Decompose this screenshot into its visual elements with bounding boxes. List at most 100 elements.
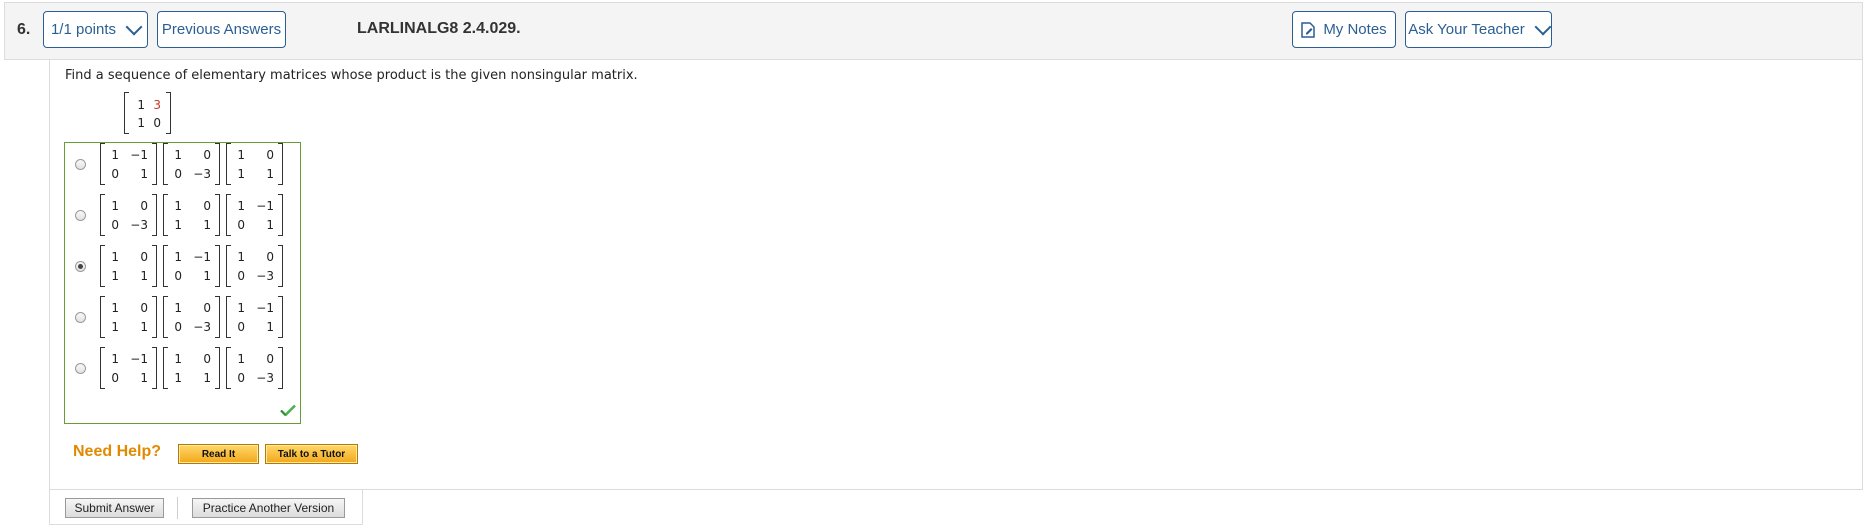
choice-1-matrix-1: 1 −1 0 1	[100, 143, 157, 185]
question-id: LARLINALG8 2.4.029.	[357, 20, 521, 37]
right-bracket	[278, 143, 283, 185]
given-cell-1-2: 3	[153, 98, 161, 112]
matrix-cell: 1	[111, 320, 119, 334]
matrix-cell: 1	[174, 371, 182, 385]
practice-another-version-button[interactable]: Practice Another Version	[192, 498, 345, 518]
matrix-cell: 1	[203, 371, 211, 385]
right-bracket	[215, 296, 220, 338]
matrix-cell: −1	[193, 250, 211, 264]
choice-2-matrix-1: 1 0 0 −3	[100, 194, 157, 236]
right-bracket	[215, 143, 220, 185]
matrix-cell: 0	[111, 218, 119, 232]
points-label: 1/1 points	[50, 21, 117, 38]
matrix-cell: 0	[203, 148, 211, 162]
choice-4-matrix-3: 1 −1 0 1	[226, 296, 283, 338]
submit-answer-button[interactable]: Submit Answer	[65, 498, 164, 518]
choice-1-matrix-2: 1 0 0 −3	[163, 143, 220, 185]
right-bracket	[215, 194, 220, 236]
matrix-cell: 0	[203, 301, 211, 315]
matrix-cell: 1	[174, 352, 182, 366]
right-bracket	[166, 92, 171, 134]
note-icon	[1301, 21, 1316, 38]
right-bracket	[152, 296, 157, 338]
choice-3-matrix-3: 1 0 0 −3	[226, 245, 283, 287]
given-cell-1-1: 1	[137, 98, 145, 112]
matrix-cell: 0	[266, 148, 274, 162]
choice-1-matrix-3: 1 0 1 1	[226, 143, 283, 185]
matrix-cell: 0	[140, 250, 148, 264]
left-bracket	[226, 347, 231, 389]
left-bracket	[163, 194, 168, 236]
choice-radio-2[interactable]	[75, 210, 86, 221]
question-number: 6.	[17, 21, 31, 38]
matrix-cell: 1	[266, 167, 274, 181]
matrix-cell: 1	[237, 352, 245, 366]
choice-radio-1[interactable]	[75, 159, 86, 170]
points-dropdown[interactable]: 1/1 points	[43, 11, 148, 48]
checkmark-icon	[280, 404, 296, 416]
matrix-cell: 1	[237, 199, 245, 213]
matrix-cell: 0	[237, 269, 245, 283]
right-bracket	[152, 143, 157, 185]
ask-teacher-dropdown[interactable]: Ask Your Teacher	[1405, 11, 1552, 48]
matrix-cell: 0	[266, 250, 274, 264]
left-bracket	[226, 296, 231, 338]
question-prompt: Find a sequence of elementary matrices w…	[65, 68, 638, 83]
matrix-cell: 1	[111, 301, 119, 315]
choice-5-matrix-1: 1 −1 0 1	[100, 347, 157, 389]
matrix-cell: 0	[140, 199, 148, 213]
left-bracket	[100, 347, 105, 389]
matrix-cell: 1	[174, 199, 182, 213]
my-notes-button[interactable]: My Notes	[1292, 11, 1396, 48]
right-bracket	[278, 194, 283, 236]
choice-4-matrix-2: 1 0 0 −3	[163, 296, 220, 338]
talk-to-tutor-button[interactable]: Talk to a Tutor	[265, 444, 358, 464]
left-bracket	[163, 347, 168, 389]
previous-answers-label: Previous Answers	[161, 21, 282, 38]
right-bracket	[152, 245, 157, 287]
matrix-cell: 1	[111, 199, 119, 213]
matrix-cell: 1	[203, 269, 211, 283]
choice-5-matrix-2: 1 0 1 1	[163, 347, 220, 389]
matrix-cell: 0	[111, 167, 119, 181]
matrix-cell: 1	[266, 218, 274, 232]
matrix-cell: −3	[256, 269, 274, 283]
choice-4-matrix-1: 1 0 1 1	[100, 296, 157, 338]
right-bracket	[278, 245, 283, 287]
choice-2-matrix-2: 1 0 1 1	[163, 194, 220, 236]
question-body	[49, 60, 1863, 490]
need-help-label: Need Help?	[73, 443, 162, 460]
choice-3-matrix-1: 1 0 1 1	[100, 245, 157, 287]
right-bracket	[278, 296, 283, 338]
matrix-cell: 1	[237, 250, 245, 264]
matrix-cell: 0	[174, 167, 182, 181]
matrix-cell: 1	[237, 148, 245, 162]
right-bracket	[278, 347, 283, 389]
previous-answers-button[interactable]: Previous Answers	[157, 11, 286, 48]
matrix-cell: 1	[237, 167, 245, 181]
left-bracket	[100, 194, 105, 236]
matrix-cell: 1	[111, 148, 119, 162]
choice-radio-5[interactable]	[75, 363, 86, 374]
left-bracket	[226, 245, 231, 287]
matrix-cell: 0	[174, 269, 182, 283]
radio-selected-dot	[78, 264, 83, 269]
right-bracket	[215, 347, 220, 389]
matrix-cell: 0	[174, 320, 182, 334]
matrix-cell: 1	[111, 269, 119, 283]
matrix-cell: −1	[130, 148, 148, 162]
choice-radio-3[interactable]	[75, 261, 86, 272]
left-bracket	[100, 296, 105, 338]
matrix-cell: −3	[256, 371, 274, 385]
left-bracket	[163, 143, 168, 185]
read-it-button[interactable]: Read It	[178, 444, 259, 464]
right-bracket	[215, 245, 220, 287]
choice-radio-4[interactable]	[75, 312, 86, 323]
matrix-cell: 1	[174, 301, 182, 315]
matrix-cell: 0	[203, 199, 211, 213]
left-bracket	[124, 92, 129, 134]
matrix-cell: 1	[174, 148, 182, 162]
choice-2-matrix-3: 1 −1 0 1	[226, 194, 283, 236]
matrix-cell: 1	[174, 218, 182, 232]
matrix-cell: 1	[140, 320, 148, 334]
